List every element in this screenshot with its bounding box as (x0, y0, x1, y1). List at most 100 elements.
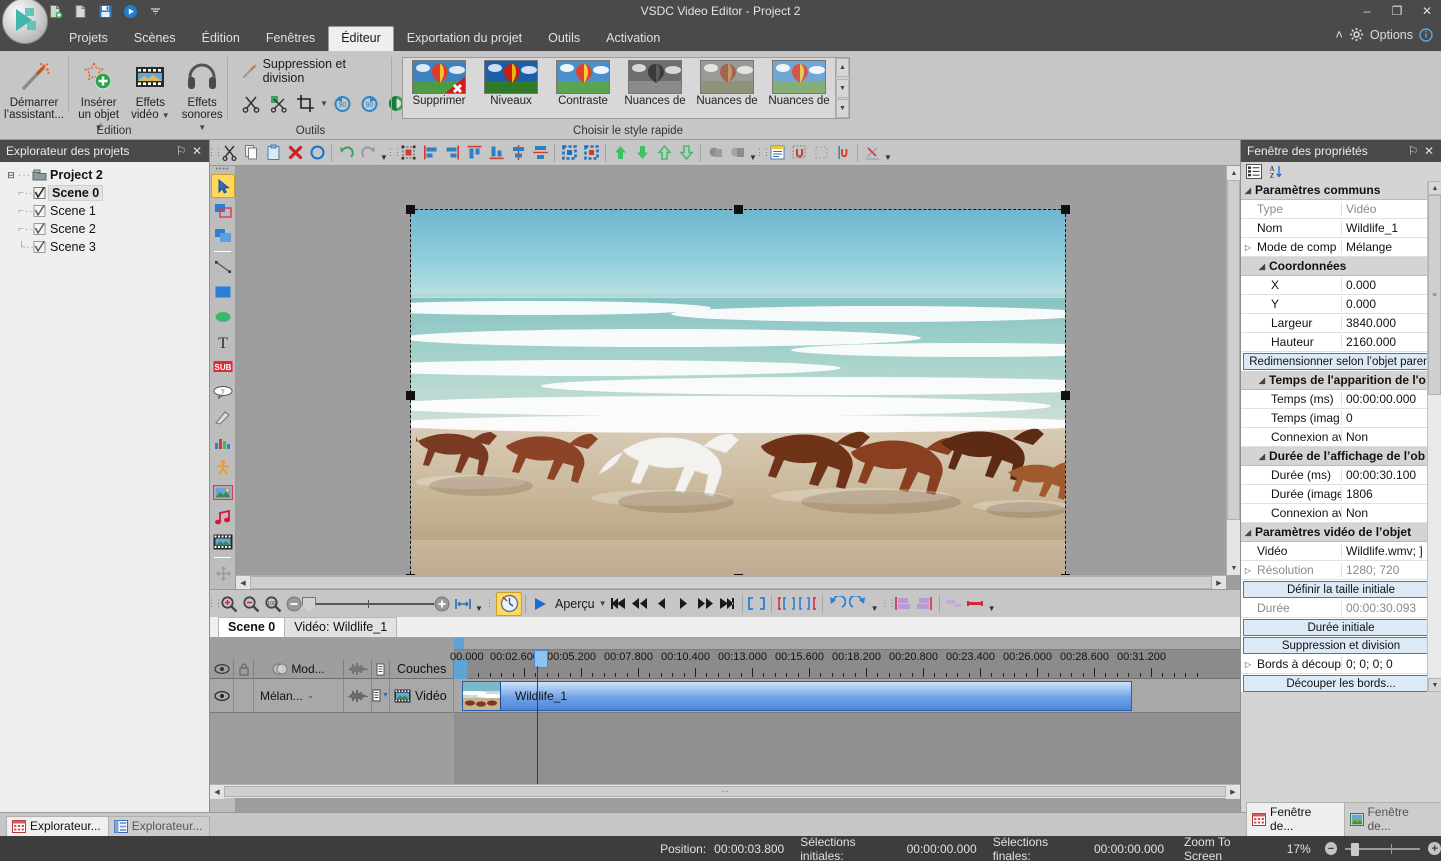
zoom-slider-thumb[interactable] (302, 597, 316, 612)
set-in-icon[interactable] (775, 593, 797, 615)
zoom-in-icon[interactable] (218, 593, 240, 615)
track-options-button[interactable]: ▼ (372, 679, 390, 713)
sprite-tool[interactable] (211, 455, 235, 479)
timeline-ruler[interactable]: 00.000 00:02.600 00:05.200 00:07.800 00:… (454, 638, 1240, 679)
trim-end-icon[interactable] (965, 593, 987, 615)
text-tool[interactable]: T (211, 330, 235, 354)
toolbar-grip[interactable]: ⋮⋮ (758, 143, 766, 163)
trim-start-icon[interactable] (943, 593, 965, 615)
customize-qat-icon[interactable] (146, 2, 164, 20)
ungroup-icon[interactable] (726, 142, 748, 164)
property-value[interactable]: Mélange (1341, 240, 1441, 254)
zoom-mode-label[interactable]: Zoom To Screen (1184, 835, 1269, 861)
track-blend-mode-select[interactable]: Mélan... ⌄ (254, 679, 344, 713)
align-clip-left-icon[interactable] (892, 593, 914, 615)
property-row-largeur[interactable]: Largeur3840.000 (1241, 314, 1441, 333)
property-row-video[interactable]: VidéoWildlife.wmv; ] (1241, 542, 1441, 561)
fast-forward-icon[interactable] (695, 593, 717, 615)
prev-frame-icon[interactable] (651, 593, 673, 615)
dock-tab-resource-explorer[interactable]: Explorateur... (108, 816, 211, 836)
chevron-down-icon[interactable]: ▼ (162, 111, 170, 120)
tab-video-wildlife[interactable]: Vidéo: Wildlife_1 (284, 617, 397, 637)
copy-icon[interactable] (240, 142, 262, 164)
alphabetical-sort-icon[interactable]: AZ (1267, 163, 1284, 180)
scroll-down-button[interactable]: ▼ (1227, 561, 1241, 575)
go-end-icon[interactable] (717, 593, 739, 615)
style-item-cool[interactable]: Nuances de (763, 58, 835, 118)
align-center-vertical-icon[interactable] (507, 142, 529, 164)
minimize-button[interactable]: – (1357, 2, 1377, 20)
property-value[interactable]: Wildlife_1 (1341, 221, 1441, 235)
bring-front-icon[interactable] (653, 142, 675, 164)
tree-root-project[interactable]: ⊟ ··· Project 2 (4, 166, 209, 184)
property-row-crop-borders[interactable]: ▷Bords à découp0; 0; 0; 0 (1241, 655, 1441, 674)
preview-zoom-slider[interactable] (286, 596, 450, 612)
rectangle-tool[interactable] (211, 280, 235, 304)
pan-tool[interactable] (211, 561, 235, 585)
select-all-icon[interactable] (397, 142, 419, 164)
property-row-x[interactable]: X0.000 (1241, 276, 1441, 295)
group-icon[interactable] (704, 142, 726, 164)
ruler-scrollband[interactable] (454, 638, 1240, 650)
resize-to-parent-button[interactable]: Redimensionner selon l’objet parent (1243, 353, 1439, 370)
close-icon[interactable]: ✕ (1421, 144, 1437, 158)
toolbar-grip[interactable]: ⋮⋮ (210, 143, 218, 163)
snap-to-object-icon[interactable] (788, 142, 810, 164)
canvas-vertical-scrollbar[interactable]: ▲ ▼ (1226, 166, 1240, 575)
cut-and-split-button[interactable]: Suppression et division (1243, 637, 1439, 654)
property-row-time-frames[interactable]: Temps (imag0 (1241, 409, 1441, 428)
scroll-thumb[interactable] (1227, 180, 1240, 520)
property-row-duration-ms[interactable]: Durée (ms)00:00:30.100 (1241, 466, 1441, 485)
property-row-type[interactable]: TypeVidéo (1241, 200, 1441, 219)
toolbar-grip[interactable]: ⋮⋮ (884, 594, 892, 614)
gallery-expand-button[interactable]: ▼ (836, 99, 849, 118)
style-item-sepia[interactable]: Nuances de (691, 58, 763, 118)
suppression-division-button[interactable]: Suppression et division (237, 55, 392, 87)
image-tool[interactable] (211, 480, 235, 504)
align-left-icon[interactable] (419, 142, 441, 164)
collapse-icon[interactable]: ◢ (1255, 452, 1269, 461)
align-bottom-icon[interactable] (485, 142, 507, 164)
expand-icon[interactable]: ▷ (1241, 243, 1255, 252)
move-down-icon[interactable] (631, 142, 653, 164)
status-zoom-slider[interactable] (1345, 848, 1420, 850)
gallery-scroll-down-button[interactable]: ▼ (836, 79, 849, 98)
style-item-gray[interactable]: Nuances de (619, 58, 691, 118)
scroll-up-button[interactable]: ▲ (1428, 181, 1441, 195)
collapse-icon[interactable]: ◢ (1255, 376, 1269, 385)
prev-marker-icon[interactable] (826, 593, 848, 615)
scroll-left-button[interactable]: ◀ (210, 785, 224, 799)
rotate-left-90-icon[interactable]: 90 (358, 91, 382, 115)
set-initial-size-button[interactable]: Définir la taille initiale (1243, 581, 1439, 598)
resize-handle-ne[interactable] (1061, 205, 1070, 214)
next-frame-icon[interactable] (673, 593, 695, 615)
tree-expander-icon[interactable]: ⊟ (4, 170, 18, 181)
track-visibility-toggle[interactable] (210, 679, 234, 713)
center-object-icon[interactable] (580, 142, 602, 164)
property-row-duree[interactable]: Durée00:00:30.093 (1241, 599, 1441, 618)
open-project-icon[interactable] (71, 2, 89, 20)
line-tool[interactable] (211, 255, 235, 279)
audio-tool[interactable] (211, 505, 235, 529)
go-start-icon[interactable] (607, 593, 629, 615)
tree-item-scene-2[interactable]: ⌐·· Scene 2 (4, 220, 209, 238)
menu-scenes[interactable]: Scènes (121, 26, 189, 51)
style-item-contraste[interactable]: Contraste (547, 58, 619, 118)
audio-wave-column-header[interactable] (344, 660, 372, 679)
scroll-down-button[interactable]: ▼ (1428, 678, 1441, 692)
toolbar-overflow-button[interactable]: ▼ (870, 593, 880, 615)
next-marker-icon[interactable] (848, 593, 870, 615)
canvas-horizontal-scrollbar[interactable]: ◀ ▶ (236, 575, 1226, 589)
status-zoom-in-button[interactable]: + (1428, 842, 1441, 855)
scroll-right-button[interactable]: ▶ (1226, 785, 1240, 799)
tree-item-scene-1[interactable]: ⌐·· Scene 1 (4, 202, 209, 220)
preview-canvas[interactable] (236, 166, 1226, 575)
timeline-track-row[interactable]: Mélan... ⌄ ▼ Vidéo Wildlife_1 (210, 679, 1240, 713)
property-value[interactable]: 0.000 (1341, 278, 1441, 292)
layer-options-column-header[interactable] (372, 660, 390, 679)
property-row-nom[interactable]: NomWildlife_1 (1241, 219, 1441, 238)
property-row-duration-frames[interactable]: Durée (image1806 (1241, 485, 1441, 504)
maximize-button[interactable]: ❐ (1387, 2, 1407, 20)
tree-item-scene-0[interactable]: ⌐·· Scene 0 (4, 184, 209, 202)
resize-handle-w[interactable] (406, 391, 415, 400)
